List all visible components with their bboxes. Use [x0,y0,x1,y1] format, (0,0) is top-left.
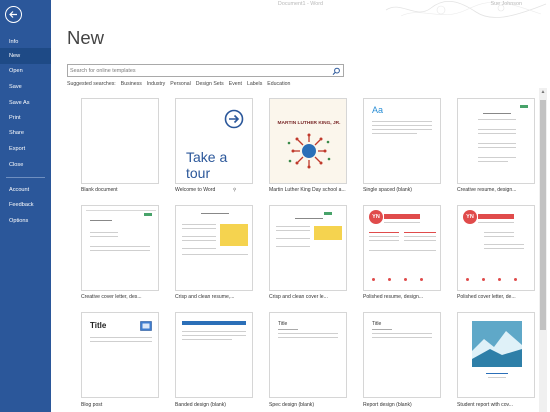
sidebar-item-print[interactable]: Print [0,110,51,126]
template-blog-post[interactable]: Title Blog post [81,312,167,412]
sidebar-item-export[interactable]: Export [0,141,51,157]
search-icon[interactable] [332,67,341,76]
polished-cover-thumbnail: YN [457,205,535,291]
template-banded-design[interactable]: Banded design (blank) [175,312,261,412]
resume-thumbnail [457,98,535,184]
blog-title-text: Title [90,321,107,330]
sidebar-item-save[interactable]: Save [0,79,51,95]
template-name: Banded design (blank) [175,402,226,408]
back-arrow-icon [9,11,17,18]
template-name: Creative resume, design... [457,187,517,193]
window-title: Document1 - Word [277,1,324,7]
template-creative-cover-letter[interactable]: Creative cover letter, des... [81,205,167,303]
suggested-link[interactable]: Design Sets [196,81,224,87]
blank-page-thumbnail [81,98,159,184]
template-polished-resume[interactable]: YN Polished resume, design... [363,205,449,303]
template-name: Spec design (blank) [269,402,315,408]
sidebar-item-share[interactable]: Share [0,125,51,141]
initials-badge: YN [369,210,383,224]
back-button[interactable] [5,6,22,23]
sidebar-item-new[interactable]: New [0,48,51,64]
template-name: Blank document [81,187,118,193]
single-spaced-thumbnail: Aa [363,98,441,184]
initials-badge: YN [463,210,477,224]
sidebar-item-options[interactable]: Options [0,213,51,229]
sidebar-item-save-as[interactable]: Save As [0,95,51,111]
template-search-box [67,64,344,77]
pin-icon[interactable]: ⚲ [233,187,236,193]
sidebar-item-close[interactable]: Close [0,157,51,173]
student-report-thumbnail [457,312,535,398]
aa-heading: Aa [372,105,384,115]
suggested-link[interactable]: Labels [247,81,262,87]
template-mlk-day[interactable]: MARTIN LUTHER KING, JR. Martin Luther Ki… [269,98,355,196]
banded-thumbnail [175,312,253,398]
suggested-link[interactable]: Industry [147,81,165,87]
template-name: Blog post [81,402,103,408]
spec-title-text: Title [278,321,288,327]
suggested-link[interactable]: Event [229,81,242,87]
take-a-tour-text: Take a tour [186,149,228,181]
sidebar-item-account[interactable]: Account [0,182,51,198]
backstage-sidebar: Info New Open Save Save As Print Share E… [0,0,51,412]
template-name: Creative cover letter, des... [81,294,142,300]
scroll-up-icon[interactable]: ▲ [540,89,546,97]
template-name: Polished cover letter, de... [457,294,516,300]
scrollbar-thumb[interactable] [540,100,546,330]
cover-photo-icon [472,321,522,367]
crisp-cover-thumbnail [269,205,347,291]
suggested-searches-label: Suggested searches: [67,81,116,87]
polished-resume-thumbnail: YN [363,205,441,291]
report-title-text: Title [372,321,382,327]
template-spec-design[interactable]: Title Spec design (blank) [269,312,355,412]
mlk-flyer-thumbnail: MARTIN LUTHER KING, JR. [269,98,347,184]
mlk-flyer-title: MARTIN LUTHER KING, JR. [277,121,341,126]
template-name: Crisp and clean cover le... [269,294,328,300]
suggested-link[interactable]: Business [121,81,142,87]
title-bar: Document1 - Word Sue Johnson [51,0,550,18]
spec-thumbnail: Title [269,312,347,398]
template-report-design[interactable]: Title Report design (blank) [363,312,449,412]
page-title: New [67,27,105,48]
template-name: Polished resume, design... [363,294,424,300]
template-crisp-resume[interactable]: Crisp and clean resume,... [175,205,261,303]
template-name: Martin Luther King Day school a... [269,187,346,193]
template-name: Student report with cov... [457,402,513,408]
globe-illustration-icon [287,133,331,169]
template-search-input[interactable] [70,66,330,76]
suggested-link[interactable]: Personal [170,81,190,87]
template-name: Report design (blank) [363,402,412,408]
crisp-resume-thumbnail [175,205,253,291]
blog-thumbnail: Title [81,312,159,398]
template-polished-cover[interactable]: YN Polished cover letter, de... [457,205,543,303]
blog-image-icon [140,321,152,331]
suggested-searches: Suggested searches: Business Industry Perso… [67,81,295,89]
template-crisp-cover[interactable]: Crisp and clean cover le... [269,205,355,303]
gallery-scrollbar[interactable]: ▲ [539,88,547,412]
word-backstage: Info New Open Save Save As Print Share E… [0,0,550,412]
template-name: Welcome to Word [175,187,216,193]
sidebar-divider [6,177,45,178]
template-name: Single spaced (blank) [363,187,412,193]
sidebar-item-feedback[interactable]: Feedback [0,197,51,213]
cover-letter-thumbnail [81,205,159,291]
template-creative-resume[interactable]: Creative resume, design... [457,98,543,196]
template-single-spaced[interactable]: Aa Single spaced (blank) [363,98,449,196]
template-student-report[interactable]: Student report with cov... [457,312,543,412]
arrow-circle-icon [224,109,244,129]
account-name[interactable]: Sue Johnson [491,1,522,7]
suggested-link[interactable]: Education [267,81,290,87]
template-name: Crisp and clean resume,... [175,294,235,300]
take-a-tour-thumbnail: Take a tour [175,98,253,184]
template-blank-document[interactable]: Blank document [81,98,167,196]
template-welcome-to-word[interactable]: Take a tour Welcome to Word ⚲ [175,98,261,196]
report-thumbnail: Title [363,312,441,398]
sidebar-item-open[interactable]: Open [0,63,51,79]
